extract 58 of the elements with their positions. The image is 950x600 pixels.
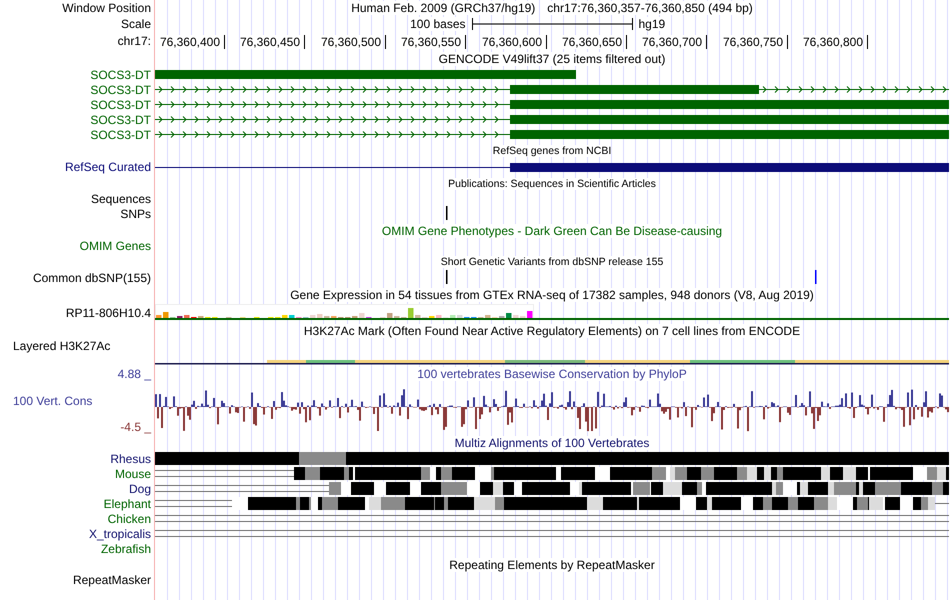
track-label[interactable]: SOCS3-DT (90, 68, 151, 82)
track-title: OMIM Gene Phenotypes - Dark Green Can Be Disease-causing (382, 224, 722, 238)
ruler-label: 76,360,800 (802, 35, 863, 49)
ruler-label: 76,360,700 (642, 35, 702, 49)
ruler-tick (546, 35, 547, 49)
ruler-tick (867, 35, 868, 49)
track-title: RefSeq genes from NCBI (492, 144, 612, 156)
track-label[interactable]: Chicken (108, 512, 151, 526)
track-label[interactable]: Rhesus (110, 452, 151, 466)
ruler-tick (385, 35, 386, 49)
scale-label: Scale (120, 17, 151, 31)
axis-max-label: 4.88 _ (118, 366, 151, 380)
ruler-tick (224, 35, 225, 49)
ruler-tick (465, 35, 466, 49)
ruler-tick (304, 35, 305, 49)
track-label[interactable]: RefSeq Curated (64, 160, 151, 174)
ruler-label: 76,360,400 (160, 35, 220, 49)
track-title: H3K27Ac Mark (Often Found Near Active Regulatory Elements) on 7 cell lines from ENCODE (304, 324, 800, 338)
chromosome-label: chr17: (118, 34, 151, 48)
track-title: 100 vertebrates Basewise Conservation by PhyloP (417, 366, 687, 380)
ruler-label: 76,360,500 (320, 35, 381, 49)
track-label[interactable]: SNPs (120, 207, 151, 221)
position-range: chr17:76,360,357-76,360,850 (494 bp) (547, 1, 753, 15)
track-label[interactable]: RP11-806H10.4 (66, 306, 151, 320)
assembly-label: hg19 (638, 17, 666, 31)
track-label[interactable]: RepeatMasker (72, 573, 151, 587)
ruler-label: 76,360,650 (562, 35, 622, 49)
ruler-label: 76,360,600 (482, 35, 542, 49)
track-label[interactable]: Layered H3K27Ac (13, 339, 110, 353)
ruler-tick (706, 35, 707, 49)
track-label[interactable]: SOCS3-DT (90, 128, 151, 142)
track-label[interactable]: Elephant (104, 496, 151, 510)
ruler-label: 76,360,750 (722, 35, 783, 49)
track-title: GENCODE V49lift37 (25 items filtered out) (438, 52, 666, 66)
track-label[interactable]: Sequences (90, 192, 151, 206)
track-title: Short Genetic Variants from dbSNP release 155 (440, 256, 664, 268)
track-label[interactable]: Common dbSNP(155) (32, 271, 151, 285)
track-label[interactable]: SOCS3-DT (90, 112, 151, 126)
track-title: Repeating Elements by RepeatMasker (449, 558, 655, 572)
track-title: Multiz Alignments of 100 Vertebrates (454, 436, 650, 450)
ruler-label: 76,360,550 (400, 35, 461, 49)
track-label[interactable]: SOCS3-DT (90, 82, 151, 96)
track-label[interactable]: Zebrafish (100, 542, 151, 556)
scale-length: 100 bases (410, 17, 466, 31)
assembly-name: Human Feb. 2009 (GRCh37/hg19) (351, 1, 536, 15)
ruler-tick (626, 35, 627, 49)
track-label[interactable]: X_tropicalis (88, 526, 151, 540)
track-label[interactable]: Mouse (114, 466, 151, 480)
track-label[interactable]: Dog (128, 482, 151, 496)
ruler-label: 76,360,450 (240, 35, 300, 49)
track-label[interactable]: 100 Vert. Cons (13, 394, 92, 408)
ruler-tick (787, 35, 788, 49)
track-label[interactable]: OMIM Genes (80, 239, 151, 253)
position-label: Window Position (62, 1, 151, 15)
track-label[interactable]: SOCS3-DT (90, 98, 151, 112)
axis-min-label: -4.5 _ (120, 420, 151, 434)
track-title: Gene Expression in 54 tissues from GTEx RNA-seq of 17382 samples, 948 donors (V8, Aug 2019) (290, 288, 814, 302)
track-title: Publications: Sequences in Scientific Articles (448, 178, 656, 190)
